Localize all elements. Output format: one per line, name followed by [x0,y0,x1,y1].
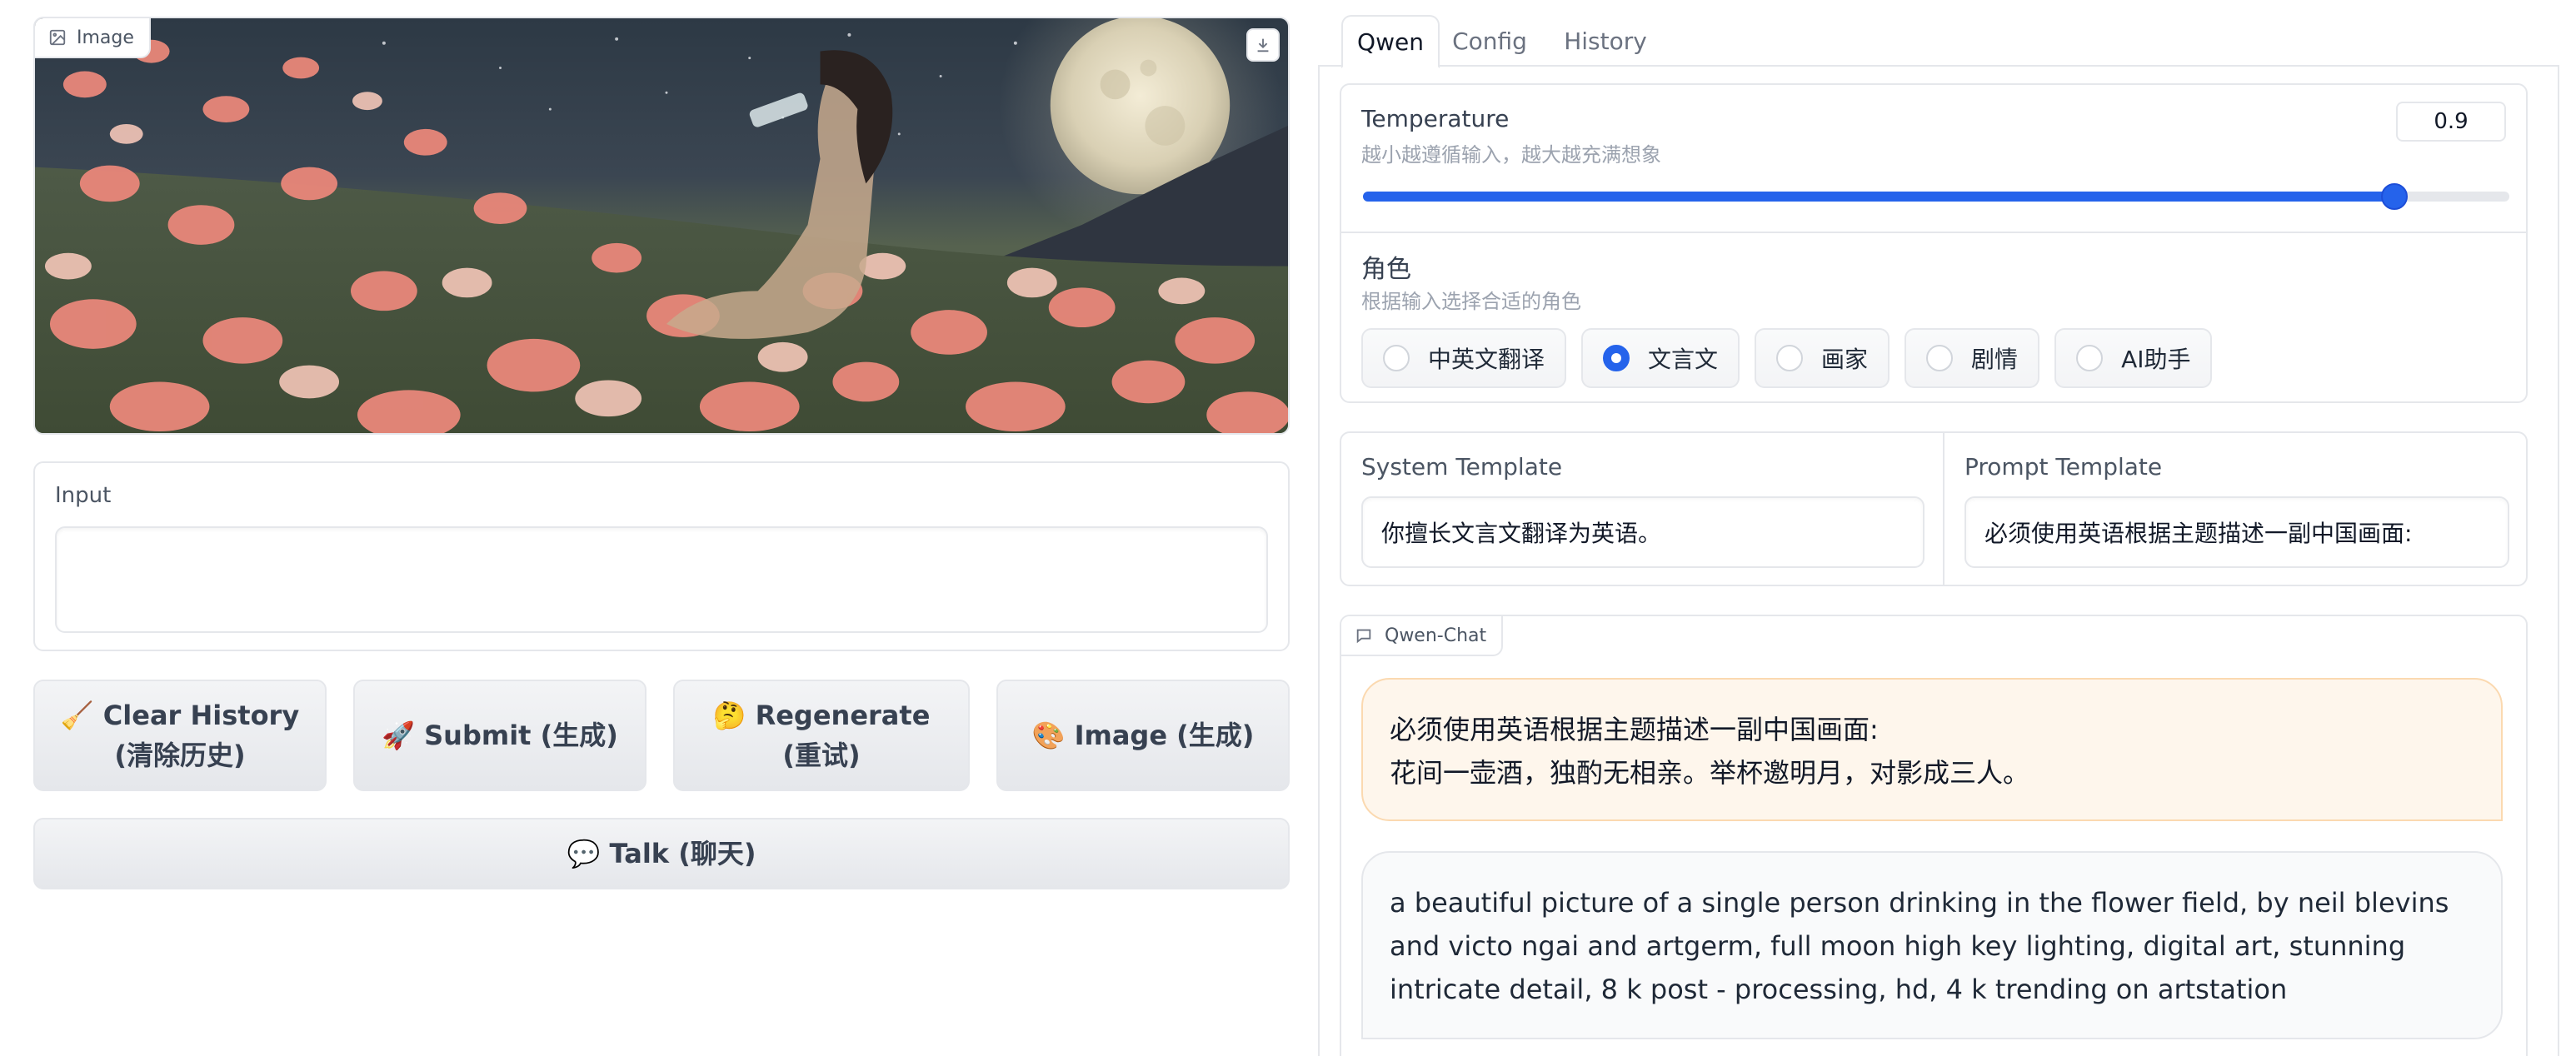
settings-divider [1341,232,2526,233]
role-option-label: 画家 [1821,346,1869,373]
chat-bubble-icon [1356,629,1371,644]
input-label: Input [55,483,112,508]
radio-dot [1776,345,1804,371]
radio-dot [1926,345,1954,371]
chat-panel: Qwen-Chat 必须使用英语根据主题描述一副中国画面: 花间一壶酒，独酌无相… [1340,615,2528,1056]
radio-dot [1383,345,1410,371]
role-option-label: 文言文 [1648,346,1719,373]
image-output-panel: Image [33,17,1290,435]
role-radio-group: 中英文翻译 文言文 画家 剧情 AI助手 [1361,328,2213,388]
download-icon [1257,38,1269,52]
chat-label-text: Qwen-Chat [1385,625,1487,646]
settings-panel: Temperature 越小越遵循输入，越大越充满想象 0.9 角色 根据输入选… [1340,83,2528,403]
role-option-story[interactable]: 剧情 [1905,328,2040,388]
role-option-classical[interactable]: 文言文 [1581,328,1740,388]
system-template-input[interactable]: 你擅长文言文翻译为英语。 [1361,496,1925,568]
clear-history-button[interactable]: 🧹 Clear History (清除历史) [33,680,327,791]
temperature-slider[interactable] [1363,183,2509,210]
regenerate-button[interactable]: 🤔 Regenerate (重试) [673,680,970,791]
temperature-slider-thumb[interactable] [2381,183,2409,210]
templates-panel: System Template 你擅长文言文翻译为英语。 Prompt Temp… [1340,431,2528,586]
role-option-label: AI助手 [2121,346,2191,373]
input-textarea[interactable] [55,526,1268,633]
bot-message: a beautiful picture of a single person d… [1361,851,2503,1039]
prompt-template-label: Prompt Template [1964,453,2163,481]
templates-divider [1943,433,1944,585]
image-icon [49,29,66,46]
role-option-label: 中英文翻译 [1428,346,1545,373]
generated-image [35,18,1288,433]
user-message-line: 必须使用英语根据主题描述一副中国画面: [1390,714,1879,745]
temperature-info: 越小越遵循输入，越大越充满想象 [1361,143,1661,167]
temperature-slider-fill [1363,192,2395,202]
submit-button[interactable]: 🚀 Submit (生成) [353,680,646,791]
user-message-line: 花间一壶酒，独酌无相亲。举杯邀明月，对影成三人。 [1390,757,2030,789]
role-option-label: 剧情 [1971,346,2019,373]
tab-bar: Qwen Config History [1318,15,2559,68]
image-label: Image [35,18,151,58]
role-label: 角色 [1361,255,1411,284]
role-info: 根据输入选择合适的角色 [1361,290,1581,313]
tab-qwen[interactable]: Qwen [1341,15,1440,68]
temperature-label: Temperature [1361,105,1510,132]
prompt-template-input[interactable]: 必须使用英语根据主题描述一副中国画面: [1964,496,2509,568]
tab-config[interactable]: Config [1440,15,1540,67]
tab-history[interactable]: History [1543,15,1668,67]
input-panel: Input [33,461,1290,651]
role-option-painter[interactable]: 画家 [1755,328,1890,388]
role-option-assistant[interactable]: AI助手 [2054,328,2213,388]
generate-image-button[interactable]: 🎨 Image (生成) [996,680,1290,791]
radio-dot [2076,345,2104,371]
talk-button[interactable]: 💬 Talk (聊天) [33,818,1290,889]
role-option-translate[interactable]: 中英文翻译 [1361,328,1567,388]
download-button[interactable] [1246,28,1280,62]
temperature-number-input[interactable]: 0.9 [2396,102,2506,142]
system-template-label: System Template [1361,453,1563,481]
image-label-text: Image [77,27,134,48]
radio-dot [1603,345,1630,371]
user-message: 必须使用英语根据主题描述一副中国画面: 花间一壶酒，独酌无相亲。举杯邀明月，对影… [1361,678,2503,821]
chat-label: Qwen-Chat [1341,616,1504,656]
